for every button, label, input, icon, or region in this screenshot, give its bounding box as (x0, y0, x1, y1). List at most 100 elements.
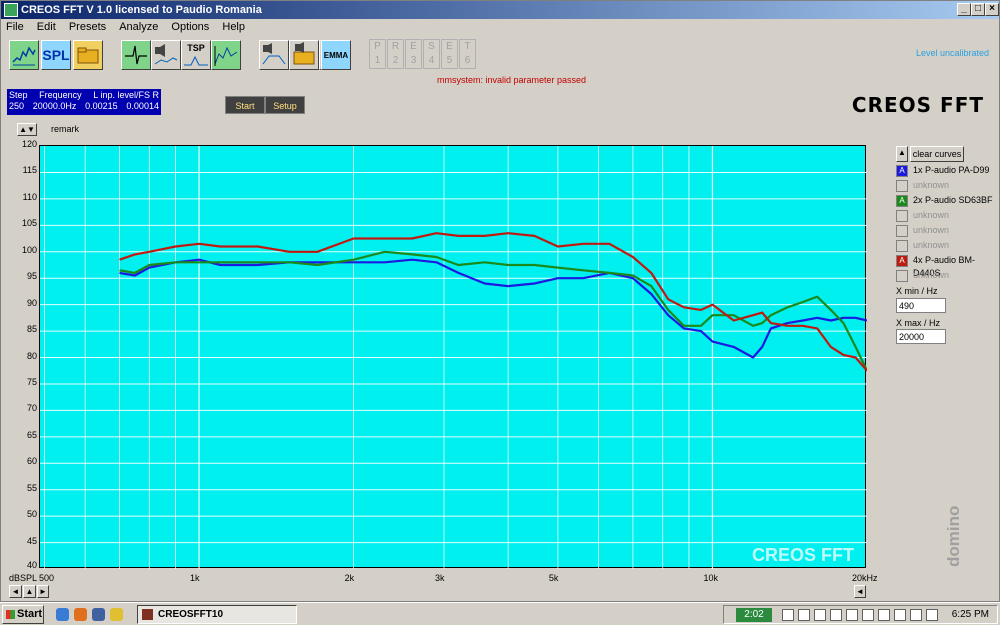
folder-speaker-icon (293, 42, 315, 65)
spl-button[interactable]: SPL (41, 40, 71, 70)
legend-marker[interactable] (896, 180, 908, 192)
y-tick-label: 105 (21, 218, 37, 229)
app-window: CREOS FFT V 1.0 licensed to Paudio Roman… (0, 0, 1000, 602)
preset-6[interactable]: T6 (459, 39, 476, 69)
maximize-button[interactable]: □ (971, 3, 985, 16)
preset-letter: T (464, 41, 471, 52)
legend-item[interactable]: A 1x P-audio PA-D99 (894, 164, 999, 178)
preset-3[interactable]: E3 (405, 39, 422, 69)
start-menu-button[interactable]: Start (2, 605, 44, 624)
scroll-up-button[interactable]: ▲ (23, 585, 36, 598)
menu-help[interactable]: Help (217, 19, 250, 35)
security-icon[interactable] (846, 609, 858, 621)
firefox-icon[interactable] (74, 608, 87, 621)
menu-presets[interactable]: Presets (64, 19, 111, 35)
windows-logo-icon (6, 610, 15, 619)
y-tick-label: 90 (26, 297, 37, 308)
preset-4[interactable]: S4 (423, 39, 440, 69)
display-icon[interactable] (814, 609, 826, 621)
legend-item[interactable]: unknown (894, 179, 999, 193)
impulse-icon (125, 45, 147, 65)
open-curve-button[interactable] (289, 40, 319, 70)
monitor-icon[interactable] (798, 609, 810, 621)
volume-icon[interactable] (830, 609, 842, 621)
tsp-button[interactable]: TSP (181, 40, 211, 70)
legend-marker[interactable] (896, 240, 908, 252)
legend-item[interactable]: unknown (894, 269, 999, 283)
legend-marker[interactable] (896, 210, 908, 222)
remark-spinner[interactable]: ▲▼ (17, 123, 37, 136)
x-tick-label: 500 (39, 573, 55, 583)
update-icon[interactable] (894, 609, 906, 621)
emma-label: EMMA (323, 50, 349, 60)
menu-file[interactable]: File (1, 19, 29, 35)
legend-item[interactable]: A 2x P-audio SD63BF (894, 194, 999, 208)
emma-button[interactable]: EMMA (321, 40, 351, 70)
menu-edit[interactable]: Edit (32, 19, 61, 35)
speaker-response-button[interactable] (151, 40, 181, 70)
preset-5[interactable]: E5 (441, 39, 458, 69)
plot-svg: CREOS FFT (40, 146, 867, 569)
folder-button[interactable] (73, 40, 103, 70)
fft-view-button[interactable] (9, 40, 39, 70)
legend-label: unknown (913, 210, 950, 220)
xmin-field[interactable] (896, 298, 946, 313)
preset-number: 1 (374, 55, 381, 66)
tool-icon[interactable] (110, 608, 123, 621)
network-icon[interactable] (782, 609, 794, 621)
menu-options[interactable]: Options (166, 19, 214, 35)
legend-marker[interactable]: A (896, 165, 908, 177)
app-task-icon (142, 609, 153, 620)
start-button[interactable]: Start (225, 96, 265, 114)
legend-item[interactable]: unknown (894, 239, 999, 253)
xmin-label: X min / Hz (896, 286, 938, 296)
legend-marker[interactable]: A (896, 255, 908, 267)
setup-button[interactable]: Setup (265, 96, 305, 114)
curve-spinner[interactable]: ▲ (896, 146, 908, 162)
usb-icon[interactable] (926, 609, 938, 621)
y-tick-label: 70 (26, 403, 37, 414)
legend-item[interactable]: A 4x P-audio BM-D440S (894, 254, 999, 278)
x-tick-label: 20kHz (852, 573, 878, 583)
close-button[interactable]: × (985, 3, 999, 16)
filter-icon (262, 43, 286, 65)
filter-button[interactable] (259, 40, 289, 70)
scroll-end-button[interactable]: ◄ (854, 585, 866, 598)
legend-marker[interactable] (896, 270, 908, 282)
minimize-button[interactable]: _ (957, 3, 971, 16)
waterfall-button[interactable] (211, 40, 241, 70)
y-tick-label: 110 (22, 191, 37, 202)
preset-1[interactable]: P1 (369, 39, 386, 69)
ie-icon[interactable] (56, 608, 69, 621)
y-axis-label: dBSPL (9, 573, 38, 583)
alert-icon[interactable] (862, 609, 874, 621)
scroll-left-button[interactable]: ◄ (9, 585, 22, 598)
clear-curves-button[interactable]: clear curves (910, 146, 964, 162)
media-icon[interactable] (92, 608, 105, 621)
scroll-right-button[interactable]: ► (37, 585, 49, 598)
y-tick-label: 80 (26, 350, 37, 361)
preset-number: 6 (464, 55, 471, 66)
legend-label: 1x P-audio PA-D99 (913, 165, 990, 175)
preset-2[interactable]: R2 (387, 39, 404, 69)
system-tray: 2:02 6:25 PM (723, 605, 998, 624)
series-line-1 (119, 258, 867, 359)
y-tick-label: 85 (26, 324, 37, 335)
speaker-tray-icon[interactable] (910, 609, 922, 621)
legend-label: unknown (913, 270, 950, 280)
legend-item[interactable]: unknown (894, 224, 999, 238)
level-label: L inp. level/FS R (93, 90, 159, 100)
legend-item[interactable]: unknown (894, 209, 999, 223)
frequency-response-plot[interactable]: CREOS FFT (39, 145, 867, 569)
impulse-button[interactable] (121, 40, 151, 70)
legend-marker[interactable] (896, 225, 908, 237)
menu-analyze[interactable]: Analyze (114, 19, 163, 35)
y-tick-label: 50 (26, 509, 37, 520)
tsp-label: TSP (187, 43, 205, 53)
xmax-field[interactable] (896, 329, 946, 344)
graph-area: CREOS FFT 120 115 110 105 100 95 90 85 80 75 70 65 6… (1, 139, 891, 599)
x-tick-label: 5k (548, 573, 559, 583)
taskbar-item-creosfft[interactable]: CREOSFFT10 (137, 605, 297, 624)
legend-marker[interactable]: A (896, 195, 908, 207)
bluetooth-icon[interactable] (878, 609, 890, 621)
